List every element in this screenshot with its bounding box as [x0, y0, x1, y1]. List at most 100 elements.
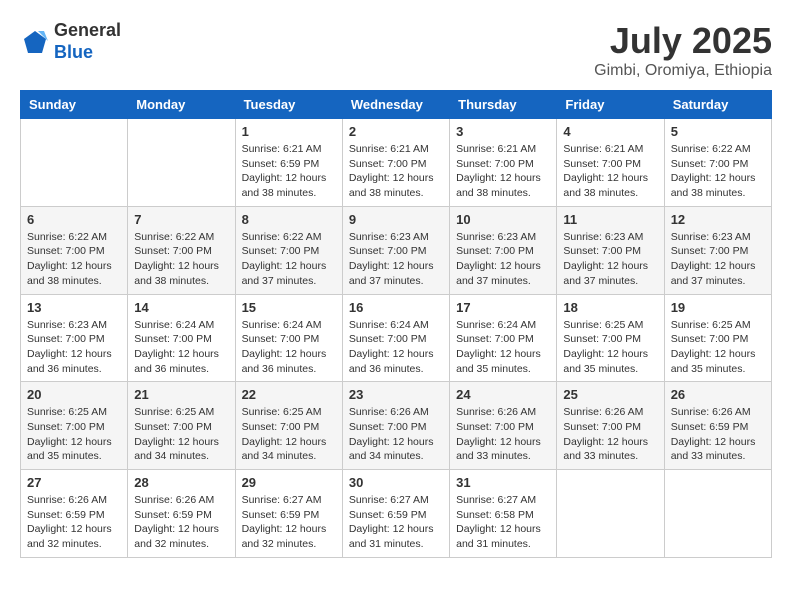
day-number: 4	[563, 124, 657, 139]
calendar-day-cell: 26 Sunrise: 6:26 AMSunset: 6:59 PMDayligh…	[664, 382, 771, 470]
weekday-header-cell: Wednesday	[342, 91, 449, 119]
calendar-day-cell: 6Sunrise: 6:22 AMSunset: 7:00 PMDaylight…	[21, 206, 128, 294]
day-number: 9	[349, 212, 443, 227]
calendar-day-cell: 10 Sunrise: 6:23 AMSunset: 7:00 PMDayligh…	[450, 206, 557, 294]
day-number: 30	[349, 475, 443, 490]
calendar-day-cell: 8Sunrise: 6:22 AMSunset: 7:00 PMDaylight…	[235, 206, 342, 294]
day-info: Sunrise: 6:25 AMSunset: 7:00 PMDaylight:…	[671, 318, 765, 377]
day-number: 15	[242, 300, 336, 315]
day-info: Sunrise: 6:26 AMSunset: 6:59 PMDaylight:…	[134, 493, 228, 552]
calendar-day-cell: 22 Sunrise: 6:25 AMSunset: 7:00 PMDayligh…	[235, 382, 342, 470]
day-info: Sunrise: 6:23 AMSunset: 7:00 PMDaylight:…	[27, 318, 121, 377]
day-number: 31	[456, 475, 550, 490]
day-number: 24	[456, 387, 550, 402]
day-number: 17	[456, 300, 550, 315]
day-info: Sunrise: 6:25 AMSunset: 7:00 PMDaylight:…	[134, 405, 228, 464]
day-number: 19	[671, 300, 765, 315]
day-number: 11	[563, 212, 657, 227]
weekday-header-cell: Thursday	[450, 91, 557, 119]
calendar-day-cell: 15 Sunrise: 6:24 AMSunset: 7:00 PMDayligh…	[235, 294, 342, 382]
calendar-day-cell: 12Sunrise: 6:23 AMSunset: 7:00 PMDayligh…	[664, 206, 771, 294]
day-info: Sunrise: 6:21 AMSunset: 7:00 PMDaylight:…	[563, 142, 657, 201]
calendar-day-cell: 2Sunrise: 6:21 AMSunset: 7:00 PMDaylight…	[342, 119, 449, 207]
calendar-day-cell: 20Sunrise: 6:25 AMSunset: 7:00 PMDayligh…	[21, 382, 128, 470]
calendar-day-cell: 27 Sunrise: 6:26 AMSunset: 6:59 PMDayligh…	[21, 470, 128, 558]
day-info: Sunrise: 6:24 AMSunset: 7:00 PMDaylight:…	[134, 318, 228, 377]
day-number: 10	[456, 212, 550, 227]
calendar-day-cell: 17Sunrise: 6:24 AMSunset: 7:00 PMDayligh…	[450, 294, 557, 382]
calendar-day-cell: 18 Sunrise: 6:25 AMSunset: 7:00 PMDayligh…	[557, 294, 664, 382]
day-number: 16	[349, 300, 443, 315]
day-number: 29	[242, 475, 336, 490]
calendar-week-row: 6 Sunrise: 6:22 AMSunset: 7:00 PMDaylight…	[21, 206, 772, 294]
day-info: Sunrise: 6:27 AMSunset: 6:58 PMDaylight:…	[456, 493, 550, 552]
day-number: 26	[671, 387, 765, 402]
calendar-day-cell	[664, 470, 771, 558]
day-info: Sunrise: 6:21 AMSunset: 6:59 PMDaylight:…	[242, 142, 336, 201]
location-title: Gimbi, Oromiya, Ethiopia	[594, 62, 772, 80]
day-info: Sunrise: 6:24 AMSunset: 7:00 PMDaylight:…	[242, 318, 336, 377]
day-number: 27	[27, 475, 121, 490]
day-number: 8	[242, 212, 336, 227]
day-info: Sunrise: 6:22 AMSunset: 7:00 PMDaylight:…	[671, 142, 765, 201]
calendar-day-cell: 13 Sunrise: 6:23 AMSunset: 7:00 PMDayligh…	[21, 294, 128, 382]
day-info: Sunrise: 6:25 AMSunset: 7:00 PMDaylight:…	[563, 318, 657, 377]
calendar-day-cell: 11 Sunrise: 6:23 AMSunset: 7:00 PMDayligh…	[557, 206, 664, 294]
calendar-day-cell: 7 Sunrise: 6:22 AMSunset: 7:00 PMDaylight…	[128, 206, 235, 294]
calendar-week-row: 13 Sunrise: 6:23 AMSunset: 7:00 PMDayligh…	[21, 294, 772, 382]
logo-general-text: General	[54, 20, 121, 40]
month-title: July 2025	[594, 20, 772, 62]
calendar-day-cell: 23 Sunrise: 6:26 AMSunset: 7:00 PMDayligh…	[342, 382, 449, 470]
day-number: 1	[242, 124, 336, 139]
calendar-week-row: 27 Sunrise: 6:26 AMSunset: 6:59 PMDayligh…	[21, 470, 772, 558]
day-number: 7	[134, 212, 228, 227]
day-info: Sunrise: 6:25 AMSunset: 7:00 PMDaylight:…	[27, 405, 121, 464]
day-number: 28	[134, 475, 228, 490]
calendar-day-cell: 4 Sunrise: 6:21 AMSunset: 7:00 PMDaylight…	[557, 119, 664, 207]
calendar-day-cell: 14 Sunrise: 6:24 AMSunset: 7:00 PMDayligh…	[128, 294, 235, 382]
day-info: Sunrise: 6:27 AMSunset: 6:59 PMDaylight:…	[349, 493, 443, 552]
day-info: Sunrise: 6:26 AMSunset: 7:00 PMDaylight:…	[563, 405, 657, 464]
day-info: Sunrise: 6:26 AMSunset: 6:59 PMDaylight:…	[27, 493, 121, 552]
day-number: 18	[563, 300, 657, 315]
calendar-day-cell: 16 Sunrise: 6:24 AMSunset: 7:00 PMDayligh…	[342, 294, 449, 382]
calendar-day-cell	[557, 470, 664, 558]
day-info: Sunrise: 6:23 AMSunset: 7:00 PMDaylight:…	[349, 230, 443, 289]
day-info: Sunrise: 6:25 AMSunset: 7:00 PMDaylight:…	[242, 405, 336, 464]
calendar-day-cell: 24 Sunrise: 6:26 AMSunset: 7:00 PMDayligh…	[450, 382, 557, 470]
day-info: Sunrise: 6:27 AMSunset: 6:59 PMDaylight:…	[242, 493, 336, 552]
weekday-header-cell: Monday	[128, 91, 235, 119]
day-number: 23	[349, 387, 443, 402]
day-info: Sunrise: 6:23 AMSunset: 7:00 PMDaylight:…	[456, 230, 550, 289]
day-number: 6	[27, 212, 121, 227]
calendar-day-cell: 25 Sunrise: 6:26 AMSunset: 7:00 PMDayligh…	[557, 382, 664, 470]
day-info: Sunrise: 6:26 AMSunset: 7:00 PMDaylight:…	[349, 405, 443, 464]
day-info: Sunrise: 6:23 AMSunset: 7:00 PMDaylight:…	[563, 230, 657, 289]
day-info: Sunrise: 6:21 AMSunset: 7:00 PMDaylight:…	[456, 142, 550, 201]
day-number: 25	[563, 387, 657, 402]
day-info: Sunrise: 6:23 AMSunset: 7:00 PMDaylight:…	[671, 230, 765, 289]
weekday-header-cell: Friday	[557, 91, 664, 119]
calendar-table: SundayMondayTuesdayWednesdayThursdayFrid…	[20, 90, 772, 558]
day-number: 22	[242, 387, 336, 402]
day-info: Sunrise: 6:26 AMSunset: 6:59 PMDaylight:…	[671, 405, 765, 464]
calendar-body: 1 Sunrise: 6:21 AMSunset: 6:59 PMDaylight…	[21, 119, 772, 558]
day-number: 13	[27, 300, 121, 315]
calendar-day-cell: 30 Sunrise: 6:27 AMSunset: 6:59 PMDayligh…	[342, 470, 449, 558]
calendar-day-cell: 3 Sunrise: 6:21 AMSunset: 7:00 PMDaylight…	[450, 119, 557, 207]
calendar-week-row: 20Sunrise: 6:25 AMSunset: 7:00 PMDayligh…	[21, 382, 772, 470]
day-number: 14	[134, 300, 228, 315]
weekday-header-cell: Tuesday	[235, 91, 342, 119]
calendar-day-cell	[21, 119, 128, 207]
day-number: 2	[349, 124, 443, 139]
weekday-header-cell: Sunday	[21, 91, 128, 119]
day-info: Sunrise: 6:24 AMSunset: 7:00 PMDaylight:…	[349, 318, 443, 377]
calendar-day-cell: 31 Sunrise: 6:27 AMSunset: 6:58 PMDayligh…	[450, 470, 557, 558]
weekday-header-row: SundayMondayTuesdayWednesdayThursdayFrid…	[21, 91, 772, 119]
logo-blue-text: Blue	[54, 42, 93, 62]
calendar-day-cell: 1 Sunrise: 6:21 AMSunset: 6:59 PMDaylight…	[235, 119, 342, 207]
day-info: Sunrise: 6:22 AMSunset: 7:00 PMDaylight:…	[134, 230, 228, 289]
day-info: Sunrise: 6:26 AMSunset: 7:00 PMDaylight:…	[456, 405, 550, 464]
day-number: 5	[671, 124, 765, 139]
day-number: 3	[456, 124, 550, 139]
